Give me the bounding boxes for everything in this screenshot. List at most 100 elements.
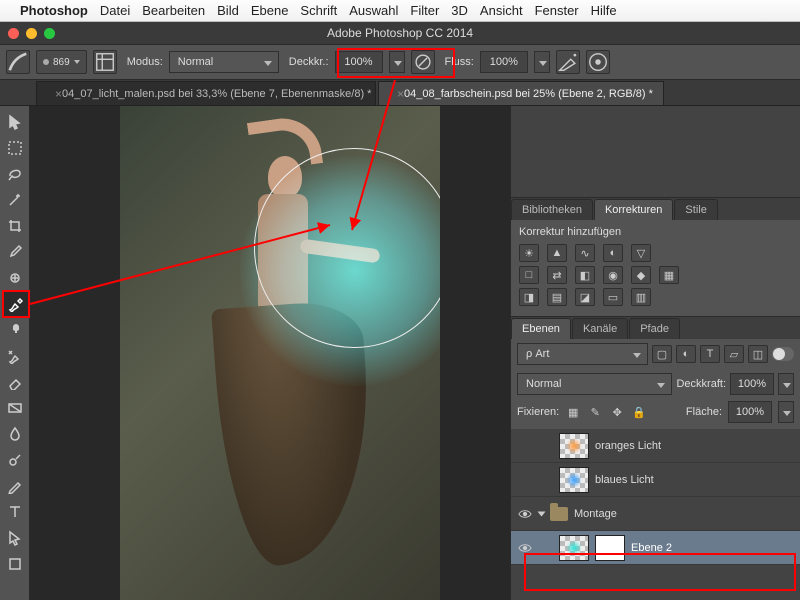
fill-field[interactable]: 100% xyxy=(728,401,772,423)
panel-tab-stile[interactable]: Stile xyxy=(674,199,717,220)
blur-tool[interactable] xyxy=(2,422,28,446)
opacity-field[interactable]: 100% xyxy=(335,51,383,73)
pressure-size-icon[interactable] xyxy=(586,50,610,74)
panel-tab-pfade[interactable]: Pfade xyxy=(629,318,680,339)
stamp-tool[interactable] xyxy=(2,318,28,342)
blend-mode-select[interactable]: Normal xyxy=(169,51,279,73)
filter-pixel-icon[interactable]: ▢ xyxy=(652,345,672,363)
document-canvas[interactable] xyxy=(120,106,440,600)
gradientmap-adjust-icon[interactable]: ▭ xyxy=(603,288,623,306)
lock-pixels-icon[interactable]: ✎ xyxy=(587,404,603,420)
close-tab-icon[interactable]: × xyxy=(55,87,62,101)
bw-adjust-icon[interactable]: ◧ xyxy=(575,266,595,284)
exposure-adjust-icon[interactable]: ◐ xyxy=(603,244,623,262)
menu-ansicht[interactable]: Ansicht xyxy=(480,3,523,18)
brightness-adjust-icon[interactable]: ☀ xyxy=(519,244,539,262)
dodge-tool[interactable] xyxy=(2,448,28,472)
history-brush-tool[interactable] xyxy=(2,344,28,368)
brush-tool[interactable] xyxy=(2,292,28,316)
menu-ebene[interactable]: Ebene xyxy=(251,3,289,18)
panel-tab-kanäle[interactable]: Kanäle xyxy=(572,318,628,339)
layer-row[interactable]: oranges Licht xyxy=(511,429,800,463)
photofilter-adjust-icon[interactable]: ◉ xyxy=(603,266,623,284)
layer-mask-thumbnail[interactable] xyxy=(595,535,625,561)
channelmixer-adjust-icon[interactable]: ◆ xyxy=(631,266,651,284)
brush-preset-picker[interactable]: 869 xyxy=(36,50,87,74)
path-select-tool[interactable] xyxy=(2,526,28,550)
layer-name[interactable]: blaues Licht xyxy=(595,474,654,486)
menu-bearbeiten[interactable]: Bearbeiten xyxy=(142,3,205,18)
flow-dropdown[interactable] xyxy=(534,51,550,73)
layer-visibility-icon[interactable] xyxy=(517,472,533,488)
lock-transparent-icon[interactable]: ▦ xyxy=(565,404,581,420)
menu-hilfe[interactable]: Hilfe xyxy=(591,3,617,18)
lock-position-icon[interactable]: ✥ xyxy=(609,404,625,420)
invert-adjust-icon[interactable]: ◨ xyxy=(519,288,539,306)
menu-auswahl[interactable]: Auswahl xyxy=(349,3,398,18)
eyedropper-tool[interactable] xyxy=(2,240,28,264)
vibrance-adjust-icon[interactable]: ▽ xyxy=(631,244,651,262)
tool-preset-icon[interactable] xyxy=(6,50,30,74)
filter-smart-icon[interactable]: ◫ xyxy=(748,345,768,363)
selectivecolor-adjust-icon[interactable]: ▥ xyxy=(631,288,651,306)
document-tab[interactable]: ×04_08_farbschein.psd bei 25% (Ebene 2, … xyxy=(378,81,664,105)
marquee-tool[interactable] xyxy=(2,136,28,160)
layer-row[interactable]: Ebene 2 xyxy=(511,531,800,565)
layer-filter-kind[interactable]: ρ Art xyxy=(517,343,648,365)
filter-toggle[interactable] xyxy=(772,347,794,361)
panel-tab-bibliotheken[interactable]: Bibliotheken xyxy=(511,199,593,220)
layer-name[interactable]: Montage xyxy=(574,508,617,520)
opacity-dropdown[interactable] xyxy=(389,51,405,73)
shape-tool[interactable] xyxy=(2,552,28,576)
menu-filter[interactable]: Filter xyxy=(410,3,439,18)
layer-visibility-icon[interactable] xyxy=(517,540,533,556)
layer-name[interactable]: Ebene 2 xyxy=(631,542,672,554)
move-tool[interactable] xyxy=(2,110,28,134)
layer-name[interactable]: oranges Licht xyxy=(595,440,661,452)
layer-opacity-field[interactable]: 100% xyxy=(730,373,774,395)
levels-adjust-icon[interactable]: ▲ xyxy=(547,244,567,262)
threshold-adjust-icon[interactable]: ◪ xyxy=(575,288,595,306)
pressure-opacity-icon[interactable] xyxy=(411,50,435,74)
pen-tool[interactable] xyxy=(2,474,28,498)
layer-visibility-icon[interactable] xyxy=(517,506,533,522)
filter-type-icon[interactable]: T xyxy=(700,345,720,363)
menu-datei[interactable]: Datei xyxy=(100,3,130,18)
brush-panel-toggle-icon[interactable] xyxy=(93,50,117,74)
layers-list[interactable]: oranges Licht blaues Licht Montage Ebene 2 xyxy=(511,429,800,600)
window-close-button[interactable] xyxy=(8,28,19,39)
type-tool[interactable] xyxy=(2,500,28,524)
heal-tool[interactable] xyxy=(2,266,28,290)
canvas-area[interactable] xyxy=(30,106,510,600)
posterize-adjust-icon[interactable]: ▤ xyxy=(547,288,567,306)
colorlookup-adjust-icon[interactable]: ▦ xyxy=(659,266,679,284)
filter-shape-icon[interactable]: ▱ xyxy=(724,345,744,363)
document-tab[interactable]: ×04_07_licht_malen.psd bei 33,3% (Ebene … xyxy=(36,81,376,105)
layer-thumbnail[interactable] xyxy=(559,467,589,493)
lock-all-icon[interactable]: 🔒 xyxy=(631,404,647,420)
crop-tool[interactable] xyxy=(2,214,28,238)
filter-adjust-icon[interactable]: ◐ xyxy=(676,345,696,363)
airbrush-icon[interactable] xyxy=(556,50,580,74)
layer-opacity-dropdown[interactable] xyxy=(778,373,794,395)
menu-bild[interactable]: Bild xyxy=(217,3,239,18)
window-maximize-button[interactable] xyxy=(44,28,55,39)
fill-dropdown[interactable] xyxy=(778,401,794,423)
panel-tab-ebenen[interactable]: Ebenen xyxy=(511,318,571,339)
window-minimize-button[interactable] xyxy=(26,28,37,39)
layer-row[interactable]: blaues Licht xyxy=(511,463,800,497)
gradient-tool[interactable] xyxy=(2,396,28,420)
menu-fenster[interactable]: Fenster xyxy=(535,3,579,18)
eraser-tool[interactable] xyxy=(2,370,28,394)
flow-field[interactable]: 100% xyxy=(480,51,528,73)
magic-wand-tool[interactable] xyxy=(2,188,28,212)
layer-thumbnail[interactable] xyxy=(559,535,589,561)
curves-adjust-icon[interactable]: ∿ xyxy=(575,244,595,262)
panel-tab-korrekturen[interactable]: Korrekturen xyxy=(594,199,673,220)
menu-3d[interactable]: 3D xyxy=(451,3,468,18)
colorbalance-adjust-icon[interactable]: ⇄ xyxy=(547,266,567,284)
layer-row[interactable]: Montage xyxy=(511,497,800,531)
hue-adjust-icon[interactable]: □ xyxy=(519,266,539,284)
lasso-tool[interactable] xyxy=(2,162,28,186)
layer-visibility-icon[interactable] xyxy=(517,438,533,454)
